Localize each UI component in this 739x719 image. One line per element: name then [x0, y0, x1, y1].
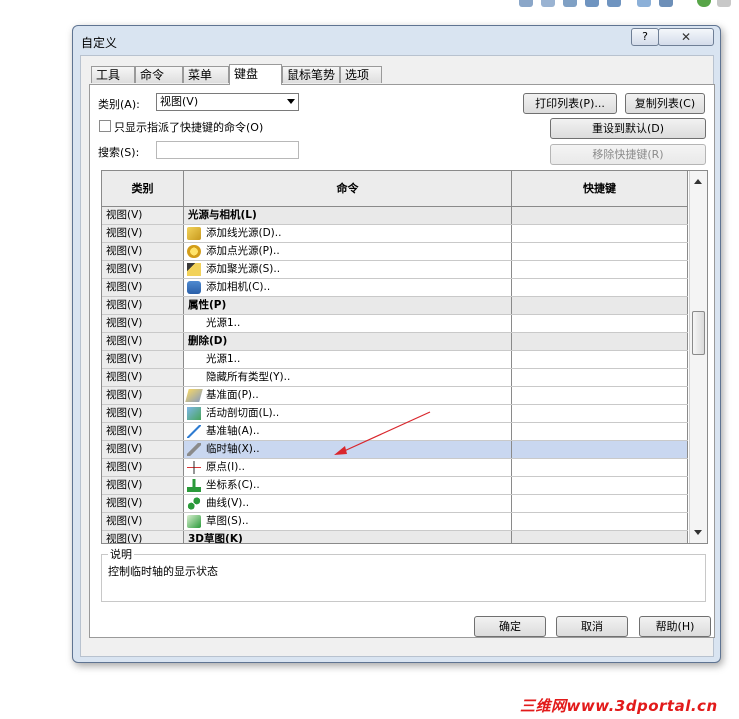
- watermark: 三维网www.3dportal.cn: [520, 697, 718, 715]
- tab-keyboard[interactable]: 键盘: [229, 64, 282, 85]
- annotation-arrow: [334, 411, 431, 455]
